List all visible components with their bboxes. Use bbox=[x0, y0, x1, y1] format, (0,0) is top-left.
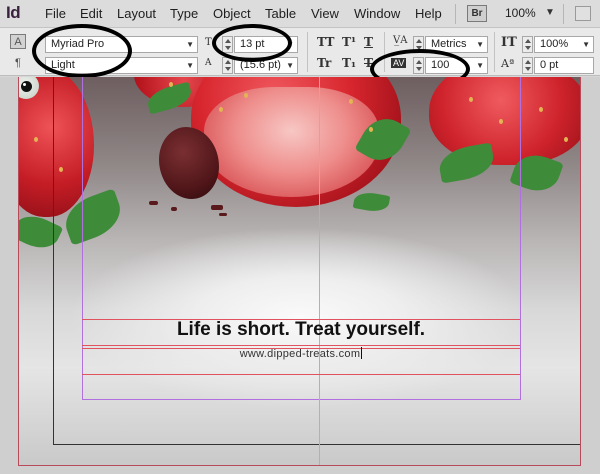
chevron-down-icon[interactable]: ▼ bbox=[286, 58, 294, 73]
chevron-down-icon[interactable]: ▼ bbox=[186, 37, 194, 52]
small-caps-icon[interactable]: Tr bbox=[317, 56, 331, 70]
eye-image bbox=[19, 77, 39, 99]
document-canvas[interactable]: Life is short. Treat yourself. www.dippe… bbox=[0, 77, 600, 474]
center-guide bbox=[319, 77, 320, 465]
menu-object[interactable]: Object bbox=[213, 6, 251, 21]
character-mode-button[interactable]: A bbox=[10, 34, 26, 49]
url-text-frame[interactable]: www.dipped-treats.com bbox=[82, 347, 520, 360]
menu-separator bbox=[455, 4, 456, 24]
menu-file[interactable]: File bbox=[45, 6, 66, 21]
headline-text[interactable]: Life is short. Treat yourself. bbox=[82, 319, 520, 341]
page-border bbox=[53, 77, 580, 445]
vertical-scale-stepper[interactable] bbox=[522, 36, 533, 53]
zoom-level[interactable]: 100% bbox=[505, 6, 536, 20]
chevron-down-icon[interactable]: ▼ bbox=[582, 37, 590, 52]
menu-table[interactable]: Table bbox=[265, 6, 296, 21]
leading-icon: A bbox=[205, 58, 212, 68]
margin-guide bbox=[520, 77, 521, 399]
chevron-down-icon[interactable]: ▼ bbox=[186, 58, 194, 73]
text-frame-edge bbox=[82, 345, 520, 346]
font-size-icon: T bbox=[205, 37, 212, 48]
bridge-button[interactable]: Br bbox=[467, 5, 487, 22]
baseline-shift-stepper[interactable] bbox=[522, 57, 533, 74]
kerning-icon: V̲A bbox=[393, 35, 408, 46]
url-text[interactable]: www.dipped-treats.com bbox=[240, 348, 361, 360]
annotation-circle-size bbox=[212, 24, 292, 62]
menu-separator bbox=[563, 4, 564, 24]
all-caps-icon[interactable]: TT bbox=[317, 35, 334, 49]
text-frame-edge bbox=[82, 374, 520, 375]
menu-type[interactable]: Type bbox=[170, 6, 198, 21]
vertical-scale-value: 100% bbox=[540, 38, 569, 50]
indesign-window: Id File Edit Layout Type Object Table Vi… bbox=[0, 0, 600, 474]
menu-edit[interactable]: Edit bbox=[80, 6, 102, 21]
indesign-logo: Id bbox=[6, 3, 21, 22]
vertical-scale-icon: IT bbox=[501, 35, 517, 50]
baseline-shift-field[interactable]: 0 pt bbox=[534, 57, 594, 74]
superscript-icon[interactable]: T¹ bbox=[342, 35, 356, 49]
control-separator bbox=[307, 32, 308, 72]
kerning-value: Metrics bbox=[431, 38, 467, 50]
screen-mode-button[interactable] bbox=[575, 6, 591, 21]
chevron-down-icon[interactable]: ▼ bbox=[476, 37, 484, 52]
control-separator bbox=[494, 32, 495, 72]
baseline-shift-value: 0 pt bbox=[540, 59, 559, 71]
chevron-down-icon[interactable]: ▼ bbox=[476, 58, 484, 73]
text-cursor bbox=[361, 347, 363, 359]
chevron-down-icon[interactable]: ▼ bbox=[545, 7, 555, 18]
menu-view[interactable]: View bbox=[311, 6, 339, 21]
menu-layout[interactable]: Layout bbox=[117, 6, 156, 21]
vertical-scale-field[interactable]: 100% ▼ bbox=[534, 36, 594, 53]
underline-icon[interactable]: T bbox=[364, 35, 373, 49]
page-spread: Life is short. Treat yourself. www.dippe… bbox=[18, 77, 581, 466]
subscript-icon[interactable]: T₁ bbox=[342, 56, 356, 70]
margin-guide bbox=[82, 399, 521, 400]
menu-help[interactable]: Help bbox=[415, 6, 442, 21]
paragraph-mode-button[interactable]: ¶ bbox=[10, 56, 26, 71]
baseline-shift-icon: Aª bbox=[501, 57, 515, 70]
annotation-circle-font bbox=[32, 24, 132, 78]
vertical-scrollbar[interactable] bbox=[582, 77, 600, 474]
menu-window[interactable]: Window bbox=[354, 6, 400, 21]
